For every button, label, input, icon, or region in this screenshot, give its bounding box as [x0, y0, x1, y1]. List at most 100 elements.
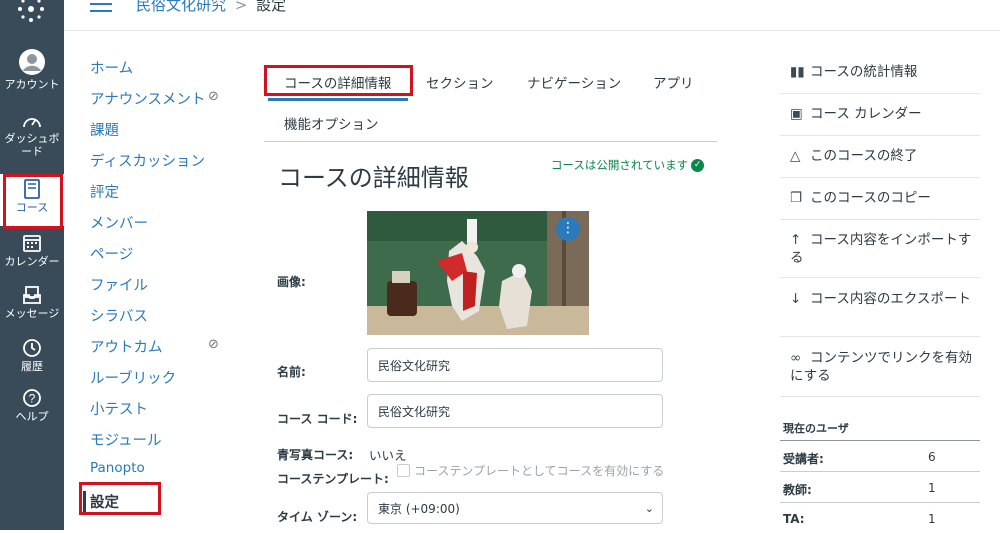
user-count: 1: [928, 481, 936, 495]
course-nav-discussions[interactable]: ディスカッション: [90, 150, 205, 171]
course-code-input[interactable]: 民俗文化研究: [367, 394, 663, 428]
user-count: 6: [928, 450, 936, 464]
global-nav-label: メッセージ: [4, 307, 60, 320]
breadcrumb-separator: >: [234, 0, 248, 14]
hidden-eye-icon: ⊘: [208, 337, 219, 352]
course-nav-grades[interactable]: 評定: [90, 181, 119, 202]
highlight-box: [79, 482, 161, 515]
course-nav-home[interactable]: ホーム: [90, 57, 133, 78]
clock-icon: [23, 339, 41, 357]
active-tab-indicator: [268, 98, 408, 101]
highlight-box: [3, 174, 63, 229]
sidebar-link-statistics[interactable]: ▮▮ コースの統計情報: [790, 63, 980, 81]
tab-divider: [264, 141, 717, 142]
check-circle-icon: ✓: [691, 159, 705, 172]
image-label: 画像:: [277, 275, 306, 289]
course-name-value: 民俗文化研究: [378, 358, 451, 373]
sidebar-link-label: コース内容をインポートする: [790, 232, 972, 266]
current-users-heading: 現在のユーザ: [783, 422, 849, 435]
global-nav-label: カレンダー: [4, 255, 60, 268]
divider: [780, 336, 980, 337]
global-nav-label: ダッシュボード: [4, 132, 60, 158]
global-nav-label: 履歴: [21, 360, 43, 373]
course-nav-announcements[interactable]: アナウンスメント: [90, 88, 205, 109]
user-role: 受講者:: [783, 452, 824, 466]
tab-apps[interactable]: アプリ: [653, 72, 694, 92]
sidebar-link-label: コース カレンダー: [810, 106, 922, 122]
global-nav-label: アカウント: [4, 78, 60, 91]
course-code-value: 民俗文化研究: [378, 404, 451, 419]
course-nav-people[interactable]: メンバー: [90, 212, 148, 233]
timezone-label: タイム ゾーン:: [277, 510, 358, 524]
course-nav-outcomes[interactable]: アウトカム: [90, 336, 163, 357]
course-name-input[interactable]: 民俗文化研究: [367, 348, 663, 382]
breadcrumb-current: 設定: [256, 0, 287, 14]
image-options-button[interactable]: ⋮: [556, 217, 580, 241]
svg-text:?: ?: [29, 392, 36, 406]
course-nav-quizzes[interactable]: 小テスト: [90, 398, 148, 419]
hamburger-menu-icon[interactable]: [90, 0, 112, 17]
divider: [780, 93, 980, 94]
template-checkbox[interactable]: [397, 464, 410, 477]
course-nav-panopto[interactable]: Panopto: [90, 460, 145, 476]
question-icon: ?: [23, 389, 41, 407]
dashboard-gauge-icon: [23, 118, 41, 128]
breadcrumb-course-link[interactable]: 民俗文化研究: [136, 0, 226, 14]
sidebar-link-import[interactable]: ↑ コース内容をインポートする: [790, 231, 980, 267]
course-nav-rubrics[interactable]: ルーブリック: [90, 367, 176, 388]
download-icon: ↓: [790, 291, 802, 307]
table-row: TA: 1: [780, 502, 980, 533]
canvas-logo-icon[interactable]: [14, 0, 48, 26]
copy-icon: ❐: [790, 190, 803, 206]
inbox-icon: [23, 286, 41, 304]
divider: [780, 177, 980, 178]
published-status: コースは公開されています ✓: [551, 157, 705, 173]
name-label: 名前:: [277, 365, 306, 379]
global-nav-inbox[interactable]: メッセージ: [0, 285, 64, 320]
tab-sections[interactable]: セクション: [426, 72, 494, 92]
page-title: コースの詳細情報: [278, 164, 469, 192]
course-nav-syllabus[interactable]: シラバス: [90, 305, 148, 326]
blueprint-label: 青写真コース:: [277, 448, 354, 462]
sidebar-link-copy[interactable]: ❐ このコースのコピー: [790, 189, 980, 207]
sidebar-link-label: コースの統計情報: [810, 64, 918, 80]
divider: [780, 277, 980, 278]
page-header: 民俗文化研究 > 設定: [64, 0, 1000, 31]
lock-icon: △: [790, 148, 801, 164]
tab-navigation[interactable]: ナビゲーション: [527, 72, 621, 92]
template-checkbox-label: コーステンプレートとしてコースを有効にする: [414, 464, 665, 478]
user-role: 教師:: [783, 483, 812, 497]
user-count: 1: [928, 512, 936, 526]
tab-feature-options[interactable]: 機能オプション: [284, 113, 379, 133]
global-nav-dashboard[interactable]: ダッシュボード: [0, 112, 64, 158]
sidebar-link-conclude[interactable]: △ このコースの終了: [790, 147, 980, 165]
blueprint-value: いいえ: [369, 448, 407, 463]
calendar-icon: ▣: [790, 106, 803, 122]
divider: [780, 396, 980, 397]
sidebar-link-label: このコースの終了: [810, 148, 918, 164]
user-avatar-icon: [19, 49, 45, 75]
sidebar-link-validate-links[interactable]: ∞ コンテンツでリンクを有効にする: [790, 349, 980, 385]
breadcrumb: 民俗文化研究 > 設定: [136, 0, 286, 15]
course-nav-assignments[interactable]: 課題: [90, 119, 119, 140]
global-nav-help[interactable]: ? ヘルプ: [0, 388, 64, 423]
sidebar-link-export[interactable]: ↓ コース内容のエクスポート: [790, 290, 980, 308]
course-nav-files[interactable]: ファイル: [90, 274, 148, 295]
course-nav-pages[interactable]: ページ: [90, 243, 133, 264]
upload-icon: ↑: [790, 232, 802, 248]
template-label: コーステンプレート:: [277, 472, 389, 486]
hidden-eye-icon: ⊘: [208, 89, 219, 104]
course-code-label: コース コード:: [277, 412, 358, 426]
global-nav: アカウント ダッシュボード コース カレンダー メッセージ 履歴 ? ヘルプ: [0, 0, 64, 530]
course-nav-modules[interactable]: モジュール: [90, 429, 162, 450]
highlight-box: [264, 65, 413, 96]
calendar-icon: [23, 235, 41, 252]
timezone-select[interactable]: 東京 (+09:00) ⌄: [367, 492, 663, 524]
published-text: コースは公開されています: [551, 158, 689, 172]
user-role: TA:: [783, 512, 805, 526]
divider: [780, 219, 980, 220]
global-nav-history[interactable]: 履歴: [0, 338, 64, 373]
global-nav-calendar[interactable]: カレンダー: [0, 233, 64, 268]
sidebar-link-calendar[interactable]: ▣ コース カレンダー: [790, 105, 980, 123]
global-nav-account[interactable]: アカウント: [0, 48, 64, 91]
